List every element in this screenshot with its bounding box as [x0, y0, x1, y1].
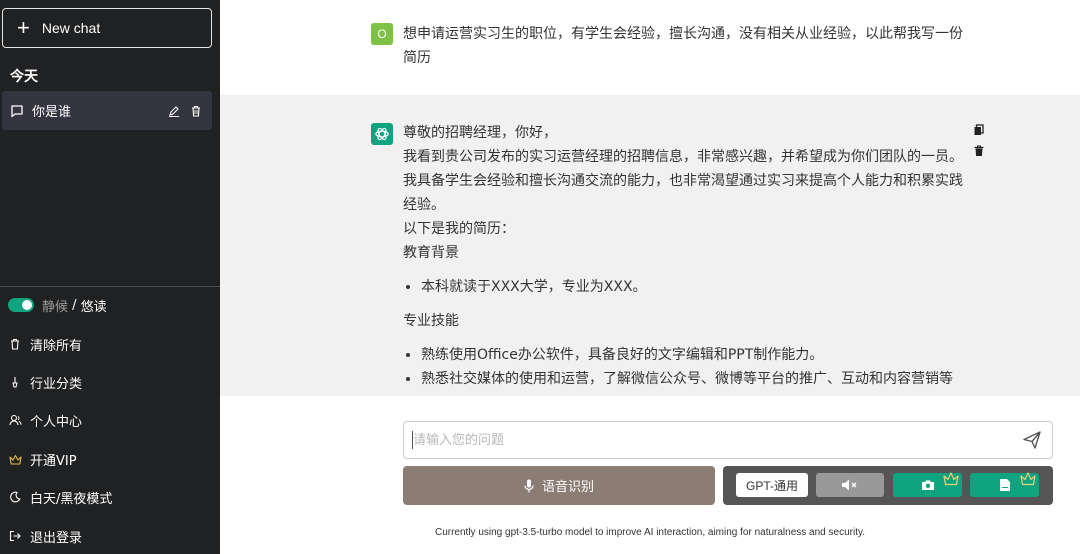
model-select-button[interactable]: GPT-通用	[736, 473, 808, 497]
logout-icon	[8, 529, 22, 543]
assistant-message-text: 尊敬的招聘经理，你好， 我看到贵公司发布的实习运营经理的招聘信息，非常感兴趣，并…	[403, 121, 973, 396]
skills-list: 熟练使用Office办公软件，具备良好的文字编辑和PPT制作能力。 熟悉社交媒体…	[421, 343, 973, 391]
logout-label: 退出登录	[30, 530, 83, 546]
question-input[interactable]	[413, 430, 1003, 450]
question-input-box[interactable]	[403, 421, 1053, 459]
speaker-mute-icon	[841, 478, 859, 492]
trash-icon[interactable]	[973, 145, 985, 161]
profile-center-button[interactable]: 个人中心	[8, 409, 82, 431]
skills-heading: 专业技能	[403, 313, 459, 329]
message-line: 我看到贵公司发布的实习运营经理的招聘信息，非常感兴趣，并希望成为你们团队的一员。	[403, 149, 963, 165]
open-vip-label: 开通VIP	[30, 453, 77, 469]
crown-icon	[8, 452, 22, 466]
industry-category-button[interactable]: 行业分类	[8, 371, 82, 393]
voice-recognition-button[interactable]: 语音识别	[403, 466, 715, 505]
pdf-upload-button[interactable]	[970, 472, 1039, 497]
message-line: 尊敬的招聘经理，你好，	[403, 125, 557, 141]
assistant-message-row: 尊敬的招聘经理，你好， 我看到贵公司发布的实习运营经理的招聘信息，非常感兴趣，并…	[220, 95, 1080, 396]
list-item: 熟悉社交媒体的使用和运营，了解微信公众号、微博等平台的推广、互动和内容营销等	[421, 367, 973, 391]
sidebar-divider	[0, 286, 220, 287]
message-line: 我具备学生会经验和擅长沟通交流的能力，也非常渴望通过实习来提高个人能力和积累实践…	[403, 173, 963, 213]
voice-recognition-label: 语音识别	[541, 480, 594, 495]
user-icon	[8, 413, 22, 427]
day-night-mode-button[interactable]: 白天/黑夜模式	[8, 486, 112, 508]
toggle-separator: /	[68, 297, 81, 313]
section-today-label: 今天	[10, 69, 38, 85]
clear-all-label: 清除所有	[30, 338, 83, 354]
list-item: 本科就读于XXX大学，专业为XXX。	[421, 275, 973, 299]
open-vip-button[interactable]: 开通VIP	[8, 448, 77, 470]
copy-icon[interactable]	[973, 124, 985, 140]
chat-history-title: 你是谁	[32, 105, 72, 120]
new-chat-label: New chat	[41, 20, 101, 36]
chat-main: O 想申请运营实习生的职位，有学生会经验，擅长沟通，没有相关从业经验，以此帮我写…	[220, 0, 1080, 554]
education-list: 本科就读于XXX大学，专业为XXX。	[421, 275, 973, 299]
tag-icon	[8, 375, 22, 389]
message-line: 以下是我的简历：	[403, 221, 515, 237]
logout-button[interactable]: 退出登录	[8, 525, 82, 547]
user-message-text: 想申请运营实习生的职位，有学生会经验，擅长沟通，没有相关从业经验，以此帮我写一份…	[403, 26, 963, 66]
user-message-row: O 想申请运营实习生的职位，有学生会经验，擅长沟通，没有相关从业经验，以此帮我写…	[220, 0, 1080, 95]
camera-upload-button[interactable]	[893, 472, 962, 497]
moon-icon	[8, 490, 22, 504]
chat-bubble-icon	[10, 104, 24, 118]
plus-icon: +	[17, 15, 30, 40]
toggle-read-label: 悠读	[80, 299, 107, 315]
new-chat-button[interactable]: + New chat	[2, 8, 212, 48]
industry-category-label: 行业分类	[30, 376, 83, 392]
chatgpt-logo-icon	[371, 123, 393, 145]
tool-bar: GPT-通用	[723, 466, 1053, 505]
vip-crown-icon	[1020, 472, 1036, 490]
pdf-file-icon	[999, 478, 1011, 492]
camera-icon	[921, 479, 935, 491]
user-avatar: O	[371, 23, 393, 45]
chat-history-item[interactable]: 你是谁	[2, 91, 212, 130]
quiet-read-toggle[interactable]: 静候 / 悠读	[8, 294, 107, 316]
toggle-switch[interactable]	[8, 298, 34, 312]
day-night-mode-label: 白天/黑夜模式	[30, 491, 113, 507]
microphone-icon	[524, 479, 534, 493]
list-item: 熟练使用Office办公软件，具备良好的文字编辑和PPT制作能力。	[421, 343, 973, 367]
mute-button[interactable]	[816, 473, 884, 497]
clear-all-button[interactable]: 清除所有	[8, 333, 82, 355]
toggle-quiet-label: 静候	[42, 299, 69, 315]
send-icon[interactable]	[1022, 430, 1042, 454]
profile-center-label: 个人中心	[30, 414, 83, 430]
education-heading: 教育背景	[403, 245, 459, 261]
model-info-footer: Currently using gpt-3.5-turbo model to i…	[434, 527, 866, 538]
trash-icon	[8, 337, 22, 351]
edit-icon[interactable]	[168, 105, 180, 117]
trash-icon[interactable]	[190, 105, 202, 117]
vip-crown-icon	[943, 472, 959, 490]
sidebar: + New chat 今天 你是谁 静候 / 悠读 清除所有 行业分类 个人中心…	[0, 0, 220, 554]
